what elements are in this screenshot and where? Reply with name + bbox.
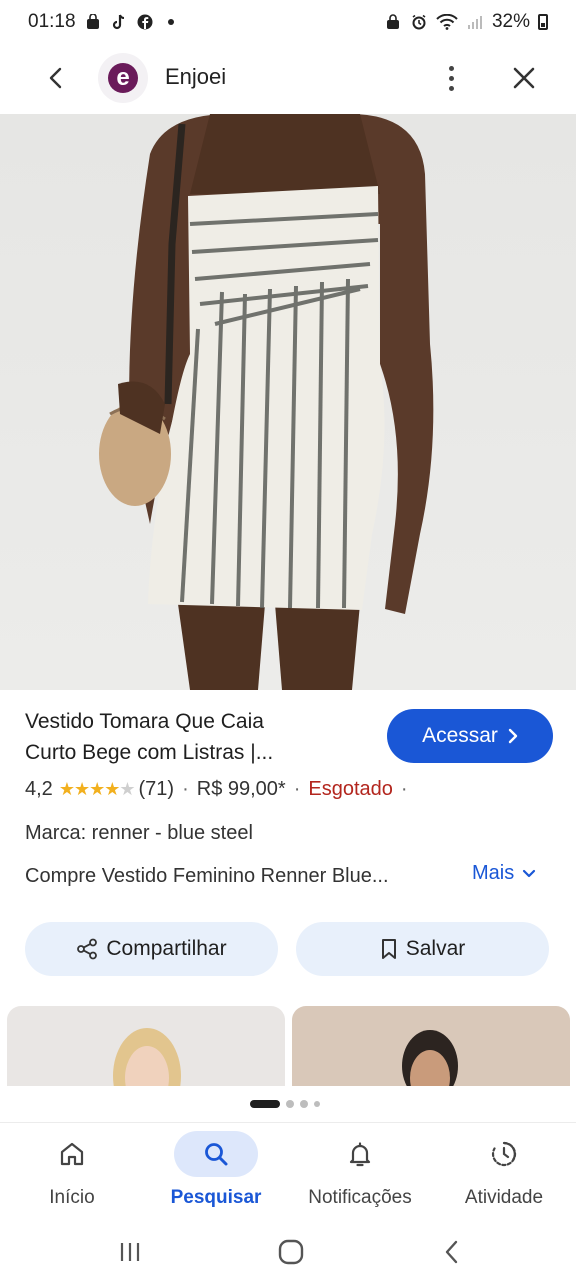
carousel-indicator	[250, 1100, 320, 1108]
home-circle-icon	[278, 1239, 304, 1265]
nav-item-home[interactable]: Início	[2, 1131, 142, 1209]
close-button[interactable]	[504, 58, 544, 98]
bell-icon	[349, 1142, 371, 1167]
more-button[interactable]: Mais	[472, 862, 536, 885]
save-button-label: Salvar	[405, 937, 466, 960]
related-products	[0, 1006, 576, 1086]
rating-value: 4,2	[25, 778, 53, 800]
lock-icon	[384, 13, 402, 31]
product-description: Compre Vestido Feminino Renner Blue...	[25, 865, 389, 887]
site-logo: e	[98, 53, 148, 103]
availability-status: Esgotado	[308, 778, 393, 800]
carousel-dot	[300, 1100, 308, 1108]
product-title-line1: Vestido Tomara Que Caia	[25, 710, 264, 733]
site-title: Enjoei	[165, 64, 227, 89]
nav-item-notifications[interactable]: Notificações	[290, 1131, 430, 1209]
carousel-dot-active	[250, 1100, 280, 1108]
back-button[interactable]	[38, 60, 74, 96]
back-system-button[interactable]	[430, 1230, 474, 1274]
separator: ·	[182, 778, 189, 800]
share-icon	[77, 938, 98, 960]
wifi-icon	[436, 13, 458, 31]
activity-icon	[491, 1141, 517, 1167]
product-image[interactable]	[0, 114, 576, 690]
product-title-line2: Curto Bege com Listras |...	[25, 741, 274, 764]
carousel-dot	[314, 1101, 320, 1107]
separator: ·	[293, 778, 301, 800]
alarm-icon	[410, 13, 428, 31]
home-icon	[60, 1142, 84, 1166]
related-product-card[interactable]	[292, 1006, 570, 1086]
nav-label: Início	[49, 1187, 95, 1208]
star-rating-icon: ★★★★★	[58, 779, 136, 799]
close-icon	[513, 67, 535, 89]
nav-label: Atividade	[464, 1187, 544, 1208]
share-button[interactable]: Compartilhar	[25, 922, 278, 976]
tiktok-icon	[110, 13, 128, 31]
battery-icon	[538, 14, 548, 30]
status-bar: 01:18 32%	[0, 0, 576, 44]
back-arrow-icon	[445, 1240, 458, 1264]
nav-label: Notificações	[308, 1187, 412, 1208]
chevron-down-icon	[523, 869, 536, 877]
separator: ·	[400, 778, 408, 800]
system-navigation	[0, 1222, 576, 1280]
related-product-card[interactable]	[7, 1006, 285, 1086]
brand-info: Marca: renner - blue steel	[25, 822, 253, 844]
more-vert-icon	[448, 65, 454, 71]
recent-apps-icon	[120, 1243, 140, 1261]
review-count: (71)	[138, 778, 175, 800]
product-title[interactable]: Vestido Tomara Que Caia Curto Bege com L…	[25, 706, 365, 768]
share-button-label: Compartilhar	[106, 937, 227, 960]
more-options-button[interactable]	[434, 58, 468, 98]
visit-button[interactable]: Acessar	[387, 709, 553, 763]
home-system-button[interactable]	[269, 1230, 313, 1274]
app-bar: e Enjoei	[0, 44, 576, 114]
more-button-label: Mais	[472, 862, 515, 884]
nav-label: Pesquisar	[170, 1187, 262, 1208]
rating-row: 4,2 ★★★★★ (71) · R$ 99,00* · Esgotado ·	[25, 778, 416, 801]
signal-icon	[466, 13, 484, 31]
nav-item-activity[interactable]: Atividade	[434, 1131, 574, 1209]
battery-percent: 32%	[491, 11, 530, 32]
facebook-icon	[136, 13, 154, 31]
nav-item-search[interactable]: Pesquisar	[146, 1131, 286, 1209]
status-time: 01:18	[28, 11, 76, 32]
price: R$ 99,00*	[196, 778, 286, 800]
save-button[interactable]: Salvar	[296, 922, 549, 976]
bottom-navigation: Início Pesquisar Notificações Atividade	[0, 1122, 576, 1222]
visit-button-label: Acessar	[422, 724, 498, 747]
enjoei-logo-icon: e	[108, 63, 138, 93]
recent-apps-button[interactable]	[108, 1230, 152, 1274]
search-icon	[205, 1143, 228, 1166]
chevron-right-icon	[508, 728, 518, 744]
shop-icon	[84, 13, 102, 31]
chevron-left-icon	[49, 67, 62, 89]
bookmark-icon	[381, 939, 396, 959]
notification-dot-icon	[162, 13, 180, 31]
carousel-dot	[286, 1100, 294, 1108]
